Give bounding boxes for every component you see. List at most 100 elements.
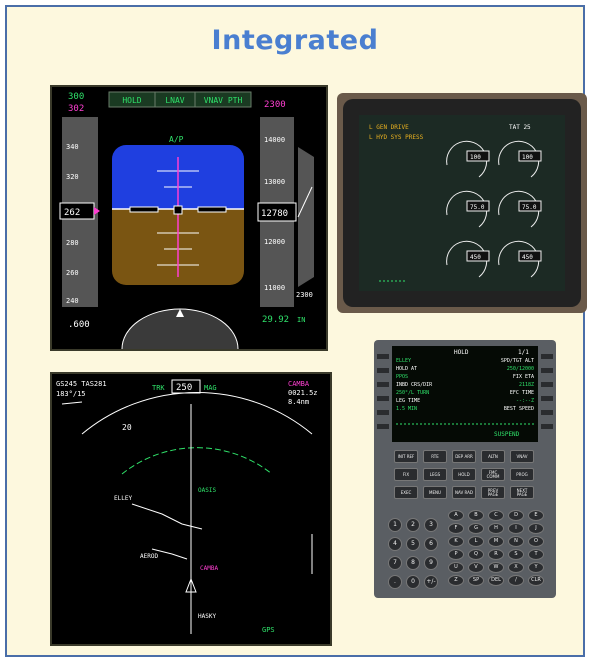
cdu-key[interactable]: RTE	[423, 450, 447, 463]
current-altitude: 12780	[261, 209, 288, 219]
cdu-line-right: SPD/TGT ALT	[501, 358, 534, 364]
cdu-key[interactable]: H	[488, 523, 504, 534]
nd-heading-ref: MAG	[204, 384, 217, 392]
current-speed: 262	[64, 208, 80, 218]
cdu-line-left: HOLD AT	[396, 366, 417, 372]
cdu-key[interactable]: 5	[406, 537, 420, 551]
cdu-key[interactable]: 9	[424, 556, 438, 570]
cdu-key[interactable]: /	[508, 575, 524, 586]
cdu-key[interactable]: G	[468, 523, 484, 534]
mach-readout: .600	[68, 320, 90, 330]
cdu-line-right: 2118Z	[519, 382, 534, 388]
gauge-value: 75.0	[522, 204, 537, 211]
nd-wind: 183°/15	[56, 390, 86, 398]
cdu-key[interactable]: Z	[448, 575, 464, 586]
cdu-key[interactable]: HOLD	[452, 468, 476, 481]
cdu-key[interactable]: I	[508, 523, 524, 534]
nd-wpt-4: HASKY	[198, 613, 216, 620]
cdu-key[interactable]: INIT REF	[394, 450, 418, 463]
cdu-line-right: --:--Z	[516, 398, 534, 404]
speed-tick: 260	[66, 269, 79, 277]
cdu-key[interactable]: X	[508, 562, 524, 573]
cdu-key[interactable]: 3	[424, 518, 438, 532]
cdu-key[interactable]: LEGS	[423, 468, 447, 481]
cdu-key[interactable]: SP	[468, 575, 484, 586]
cdu-key[interactable]: 7	[388, 556, 402, 570]
cdu-line-left: 1.5 MIN	[396, 406, 417, 412]
cdu-key[interactable]: P	[448, 549, 464, 560]
cdu-key[interactable]: DEP ARR	[452, 450, 476, 463]
cdu-key[interactable]: FIX	[394, 468, 418, 481]
cdu-key[interactable]: U	[448, 562, 464, 573]
cdu-key[interactable]: A	[448, 510, 464, 521]
cdu-footer: SUSPEND	[494, 431, 520, 438]
speed-tick: 240	[66, 297, 79, 305]
baro-unit: IN	[297, 316, 305, 324]
cdu-key[interactable]: +/-	[424, 575, 438, 589]
cdu-key[interactable]: EXEC	[394, 486, 418, 499]
cdu-key[interactable]: 2	[406, 518, 420, 532]
cdu-key[interactable]: C	[488, 510, 504, 521]
cdu-key[interactable]: NEXT PAGE	[510, 486, 534, 499]
autopilot-status: A/P	[169, 135, 184, 144]
eicas-message-2: L HYD SYS PRESS	[369, 134, 424, 141]
cdu-key[interactable]: DEL	[488, 575, 504, 586]
cdu-key[interactable]: Y	[528, 562, 544, 573]
cdu-key[interactable]: ALTN	[481, 450, 505, 463]
gauge-value: 450	[470, 254, 481, 261]
cdu-title: HOLD	[454, 349, 469, 356]
cdu-key[interactable]: M	[488, 536, 504, 547]
altitude-tick: 12000	[264, 238, 285, 246]
nd-waypoint: CAMBA	[288, 380, 310, 388]
cdu-key[interactable]: S	[508, 549, 524, 560]
cdu-key[interactable]: B	[468, 510, 484, 521]
nd-waypoint-time: 0021.5z	[288, 389, 318, 397]
cdu-key[interactable]: 1	[388, 518, 402, 532]
cdu-key[interactable]: 6	[424, 537, 438, 551]
cdu-key[interactable]: R	[488, 549, 504, 560]
gauge-value: 100	[522, 154, 533, 161]
cdu-key[interactable]: PROG	[510, 468, 534, 481]
cdu-key[interactable]: L	[468, 536, 484, 547]
cdu-line-left: 250°/L TURN	[396, 390, 429, 396]
nd-mode: GPS	[262, 626, 275, 634]
cdu-key[interactable]: FMC COMM	[481, 468, 505, 481]
cdu-key[interactable]: PREV PAGE	[481, 486, 505, 499]
cdu-key[interactable]: E	[528, 510, 544, 521]
cdu-key[interactable]: VNAV	[510, 450, 534, 463]
cdu-key[interactable]: Q	[468, 549, 484, 560]
cdu-key[interactable]: T	[528, 549, 544, 560]
gauge-value: 450	[522, 254, 533, 261]
cdu-key[interactable]: O	[528, 536, 544, 547]
cdu-key[interactable]: J	[528, 523, 544, 534]
gauge-value: 75.0	[470, 204, 485, 211]
nd-wpt-1: OASIS	[198, 487, 216, 494]
cdu-line-right: FIX ETA	[513, 374, 534, 380]
nd-wpt-0: CAMBA	[200, 565, 218, 572]
altitude-tick: 14000	[264, 136, 285, 144]
eicas-header: TAT 25	[509, 124, 531, 131]
cdu-key[interactable]: F	[448, 523, 464, 534]
cdu-key[interactable]: V	[468, 562, 484, 573]
cdu-key[interactable]: NAV RAD	[452, 486, 476, 499]
speed-tick: 320	[66, 173, 79, 181]
nd-wpt-3: AEROD	[140, 553, 158, 560]
cdu-key[interactable]: W	[488, 562, 504, 573]
cdu-key[interactable]: MENU	[423, 486, 447, 499]
cdu-key[interactable]: D	[508, 510, 524, 521]
nd-groundspeed: GS245 TAS281	[56, 380, 107, 388]
cdu-line-left: PPOS	[396, 374, 408, 380]
cdu-line-right: EFC TIME	[510, 390, 534, 396]
slide-frame: Integrated HOLD LNAV VNAV PTH 300 302 34…	[5, 5, 587, 657]
gauge-value: 100	[470, 154, 481, 161]
cdu-key[interactable]: .	[388, 575, 402, 589]
cdu-key[interactable]: 0	[406, 575, 420, 589]
cdu-key[interactable]: 4	[388, 537, 402, 551]
cdu-key[interactable]: CLR	[528, 575, 544, 586]
cdu-key[interactable]: K	[448, 536, 464, 547]
cdu-key[interactable]: N	[508, 536, 524, 547]
nd-heading-mode: TRK	[152, 384, 165, 392]
eicas-message-1: L GEN DRIVE	[369, 124, 409, 131]
altitude-tick: 11000	[264, 284, 285, 292]
cdu-key[interactable]: 8	[406, 556, 420, 570]
